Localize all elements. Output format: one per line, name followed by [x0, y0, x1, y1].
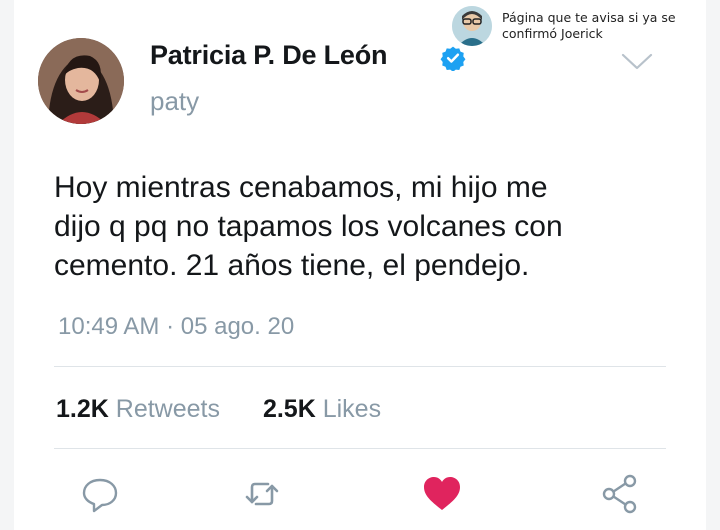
tweet-timestamp[interactable]: 10:49 AM · 05 ago. 20: [58, 313, 294, 341]
display-name[interactable]: Patricia P. De León: [150, 40, 388, 71]
share-icon[interactable]: [598, 472, 642, 516]
user-handle[interactable]: paty: [150, 86, 199, 117]
likes-stat[interactable]: 2.5K Likes: [263, 395, 381, 424]
tweet-time: 10:49 AM: [58, 313, 160, 340]
verified-badge-icon: [440, 46, 466, 71]
divider: [54, 448, 666, 449]
watermark: Página que te avisa si ya se confirmó Jo…: [450, 4, 718, 48]
likes-label: Likes: [322, 395, 382, 423]
tweet-stats: 1.2K Retweets 2.5K Likes: [56, 395, 417, 424]
tweet-text: Hoy mientras cenabamos, mi hijo me dijo …: [54, 171, 563, 282]
tweet-date: 05 ago. 20: [180, 313, 295, 340]
reply-icon[interactable]: [78, 472, 122, 516]
chevron-down-icon[interactable]: [620, 52, 654, 72]
retweets-count: 1.2K: [56, 395, 109, 423]
divider: [54, 366, 666, 367]
watermark-avatar: [452, 6, 492, 46]
meta-separator: ·: [166, 313, 175, 340]
likes-count: 2.5K: [262, 395, 316, 423]
retweets-stat[interactable]: 1.2K Retweets: [56, 395, 220, 424]
retweets-label: Retweets: [115, 395, 220, 423]
avatar[interactable]: [38, 38, 124, 124]
watermark-text: Página que te avisa si ya se confirmó Jo…: [502, 10, 676, 41]
heart-icon[interactable]: [420, 472, 464, 516]
retweet-icon[interactable]: [240, 472, 284, 516]
